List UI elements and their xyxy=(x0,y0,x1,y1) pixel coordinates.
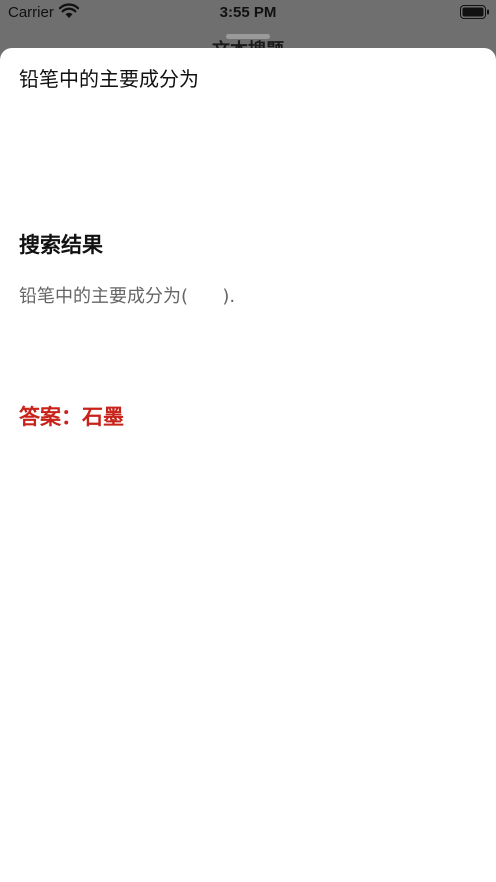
grabber-handle[interactable] xyxy=(226,34,270,39)
status-bar: Carrier 3:55 PM xyxy=(0,0,496,26)
question-title: 铅笔中的主要成分为 xyxy=(19,67,199,91)
search-result-text[interactable]: 铅笔中的主要成分为( ). xyxy=(19,282,235,308)
modal-sheet xyxy=(0,48,496,882)
battery-icon xyxy=(460,5,489,19)
search-results-heading: 搜索结果 xyxy=(19,233,103,257)
answer-text: 答案：石墨 xyxy=(19,405,124,429)
status-time: 3:55 PM xyxy=(219,4,277,21)
